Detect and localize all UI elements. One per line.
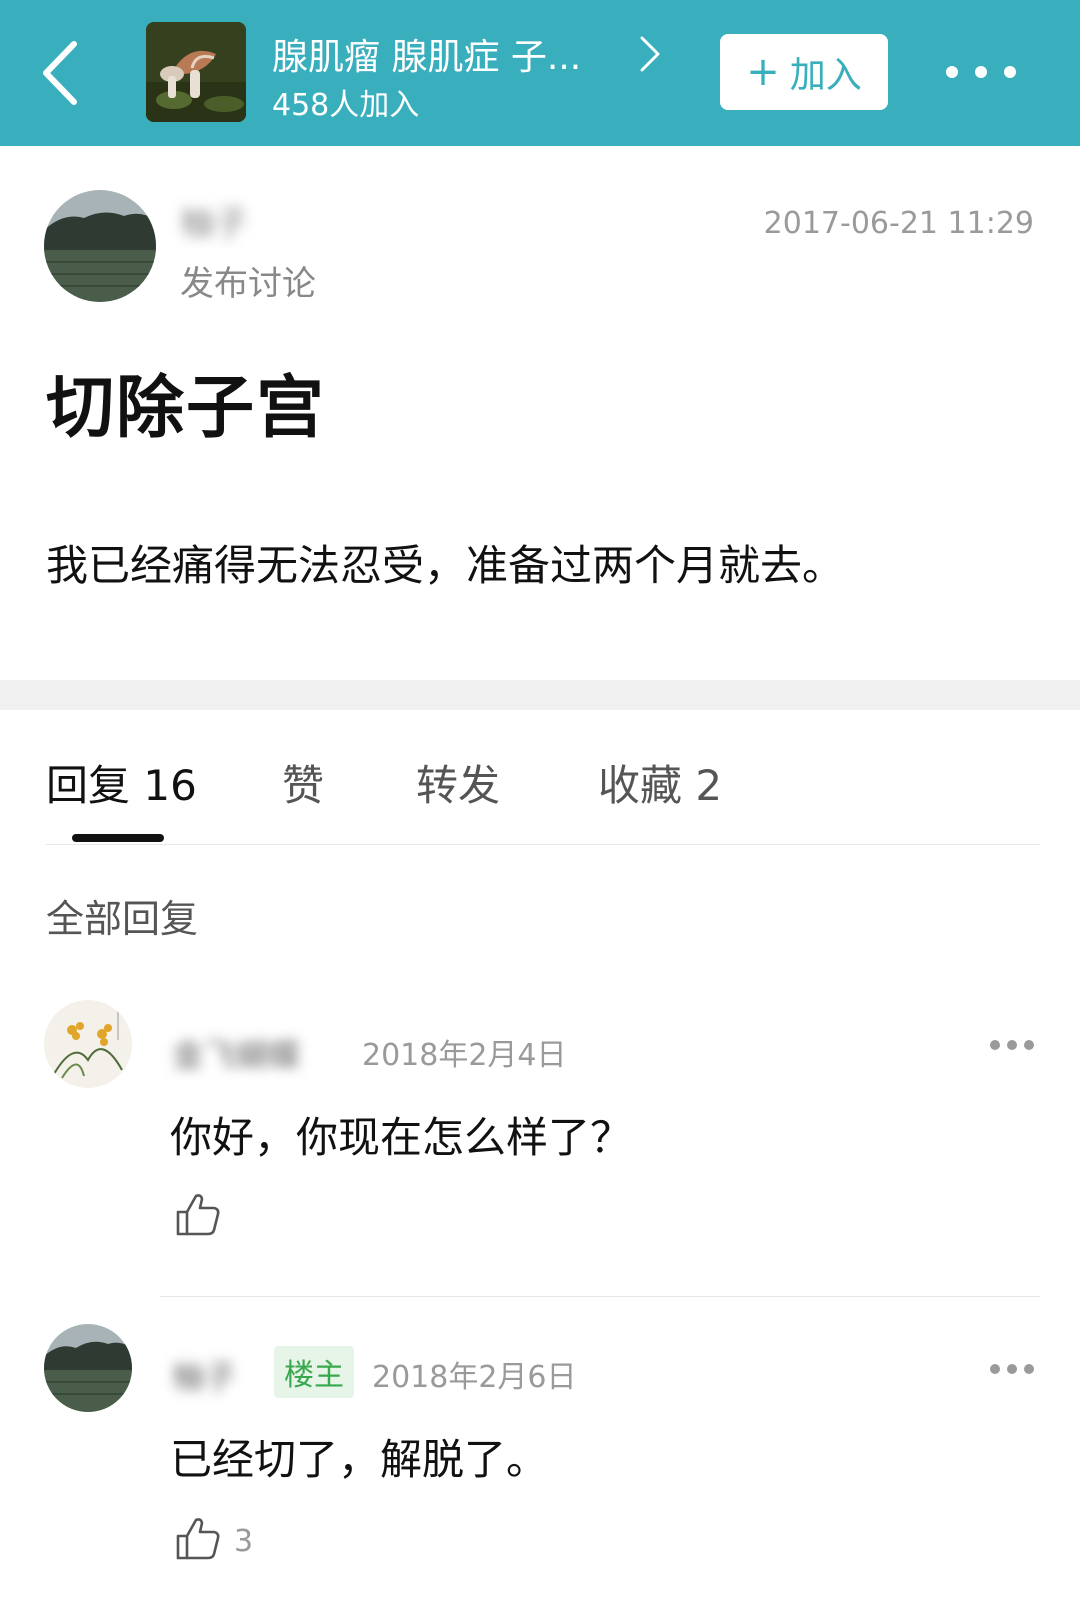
comment-date: 2018年2月6日 bbox=[372, 1360, 577, 1395]
comment-author[interactable]: 金飞蝴蝶 bbox=[172, 1030, 300, 1076]
tab-share[interactable]: 转发 bbox=[416, 752, 500, 813]
post-action-label: 发布讨论 bbox=[180, 264, 316, 304]
post-body: 我已经痛得无法忍受，准备过两个月就去。 bbox=[46, 541, 845, 590]
like-count: 3 bbox=[234, 1524, 254, 1559]
active-tab-indicator bbox=[72, 834, 164, 842]
tab-replies[interactable]: 回复 16 bbox=[46, 752, 197, 813]
more-options-icon[interactable] bbox=[946, 54, 1016, 90]
comment-avatar[interactable] bbox=[44, 1324, 132, 1412]
tab-divider bbox=[46, 844, 1040, 845]
back-arrow-icon[interactable] bbox=[36, 38, 84, 108]
post-title: 切除子宫 bbox=[46, 369, 327, 448]
comment-avatar[interactable] bbox=[44, 1000, 132, 1088]
group-member-count: 458人加入 bbox=[272, 88, 420, 123]
op-badge: 楼主 bbox=[274, 1346, 354, 1398]
group-thumbnail[interactable] bbox=[146, 22, 246, 122]
join-button-label: 加入 bbox=[789, 55, 862, 96]
comment-text: 你好，你现在怎么样了？ bbox=[170, 1113, 633, 1162]
author-name[interactable]: 柚子 bbox=[180, 196, 248, 245]
section-divider bbox=[0, 680, 1080, 710]
all-replies-heading: 全部回复 bbox=[46, 897, 199, 941]
post-timestamp: 2017-06-21 11:29 bbox=[763, 206, 1034, 241]
comment-author[interactable]: 柚子 bbox=[172, 1352, 236, 1398]
comment-more-icon[interactable] bbox=[990, 1039, 1034, 1051]
top-bar: 腺肌瘤 腺肌症 子... 458人加入 + 加入 bbox=[0, 0, 1080, 146]
comment-more-icon[interactable] bbox=[990, 1363, 1034, 1375]
comment-separator bbox=[160, 1296, 1040, 1297]
comment-text: 已经切了，解脱了。 bbox=[170, 1435, 549, 1484]
tab-likes[interactable]: 赞 bbox=[282, 752, 324, 813]
tab-favorites[interactable]: 收藏 2 bbox=[598, 752, 722, 813]
comment-date: 2018年2月4日 bbox=[362, 1038, 567, 1073]
thumbs-up-icon[interactable] bbox=[174, 1190, 222, 1238]
author-avatar[interactable] bbox=[44, 190, 156, 302]
chevron-right-icon[interactable] bbox=[638, 34, 662, 74]
join-group-button[interactable]: + 加入 bbox=[720, 34, 888, 110]
plus-icon: + bbox=[746, 49, 780, 95]
group-name[interactable]: 腺肌瘤 腺肌症 子... bbox=[272, 28, 581, 80]
thumbs-up-icon[interactable] bbox=[174, 1514, 222, 1562]
